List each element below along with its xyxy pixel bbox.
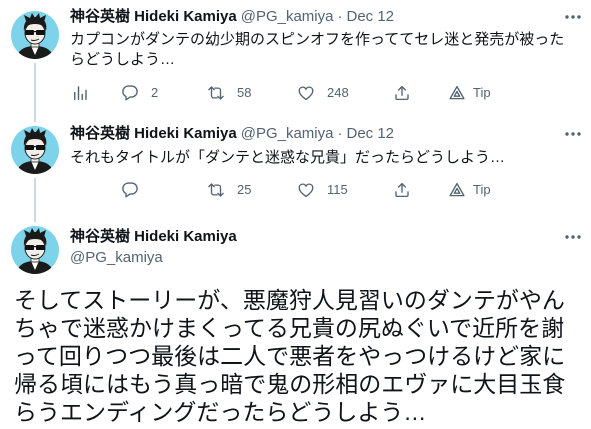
analytics-icon [71, 84, 89, 102]
tip-icon [448, 181, 466, 199]
focal-tweet-text: そしてストーリーが、悪魔狩人見習いのダンテがやんちゃで迷惑かけまくってる兄貴の尻… [14, 287, 566, 425]
tip-button[interactable]: Tip [448, 181, 491, 199]
thread-connector [34, 63, 36, 122]
reply-button[interactable] [121, 181, 139, 199]
retweet-icon [207, 181, 225, 199]
author-name[interactable]: 神谷英樹 Hideki Kamiya [70, 125, 237, 142]
tip-button[interactable]: Tip [448, 84, 491, 102]
share-button[interactable] [393, 181, 411, 199]
more-icon[interactable] [563, 227, 583, 247]
separator: · [337, 125, 343, 142]
author-handle[interactable]: @PG_kamiya [241, 125, 334, 142]
author-name[interactable]: 神谷英樹 Hideki Kamiya [70, 228, 237, 245]
heart-icon [297, 84, 315, 102]
tweet-text: それもタイトルが「ダンテと迷惑な兄貴」だったらどうしよう… [70, 149, 506, 166]
tip-label: Tip [473, 182, 491, 197]
tweet-header: 神谷英樹 Hideki Kamiya @PG_kamiya · Dec 12 [70, 124, 394, 144]
avatar[interactable] [11, 11, 59, 59]
avatar[interactable] [11, 226, 59, 274]
reply-icon [121, 84, 139, 102]
share-button[interactable] [393, 84, 411, 102]
retweet-button[interactable]: 58 [207, 84, 251, 102]
avatar-image [11, 226, 59, 274]
avatar-image [11, 11, 59, 59]
tip-icon [448, 84, 466, 102]
avatar-image [11, 126, 59, 174]
retweet-button[interactable]: 25 [207, 181, 251, 199]
tweet-date[interactable]: Dec 12 [346, 8, 394, 25]
tweet-header: 神谷英樹 Hideki Kamiya @PG_kamiya · Dec 12 [70, 7, 394, 27]
reply-count: 2 [151, 85, 159, 100]
like-count: 115 [327, 182, 348, 197]
thread-connector [34, 178, 36, 222]
focal-author-name-row: 神谷英樹 Hideki Kamiya [70, 227, 237, 247]
retweet-count: 25 [237, 182, 252, 197]
heart-icon [297, 181, 315, 199]
retweet-icon [207, 84, 225, 102]
avatar[interactable] [11, 126, 59, 174]
more-icon[interactable] [563, 124, 583, 144]
like-button[interactable]: 248 [297, 84, 349, 102]
focal-author-handle-row: @PG_kamiya [70, 248, 163, 268]
author-handle[interactable]: @PG_kamiya [241, 8, 334, 25]
reply-icon [121, 181, 139, 199]
separator: · [337, 8, 343, 25]
tweet-text: カプコンがダンテの幼少期のスピンオフを作っててセレ迷と発売が被ったらどうしよう… [70, 31, 565, 68]
retweet-count: 58 [237, 85, 252, 100]
more-icon[interactable] [563, 7, 583, 27]
tweet-date[interactable]: Dec 12 [346, 125, 394, 142]
share-icon [393, 181, 411, 199]
author-name[interactable]: 神谷英樹 Hideki Kamiya [70, 8, 237, 25]
share-icon [393, 84, 411, 102]
analytics-button[interactable] [71, 84, 89, 102]
like-button[interactable]: 115 [297, 181, 348, 199]
tip-label: Tip [473, 85, 491, 100]
like-count: 248 [327, 85, 349, 100]
author-handle[interactable]: @PG_kamiya [70, 249, 163, 266]
reply-button[interactable]: 2 [121, 84, 158, 102]
